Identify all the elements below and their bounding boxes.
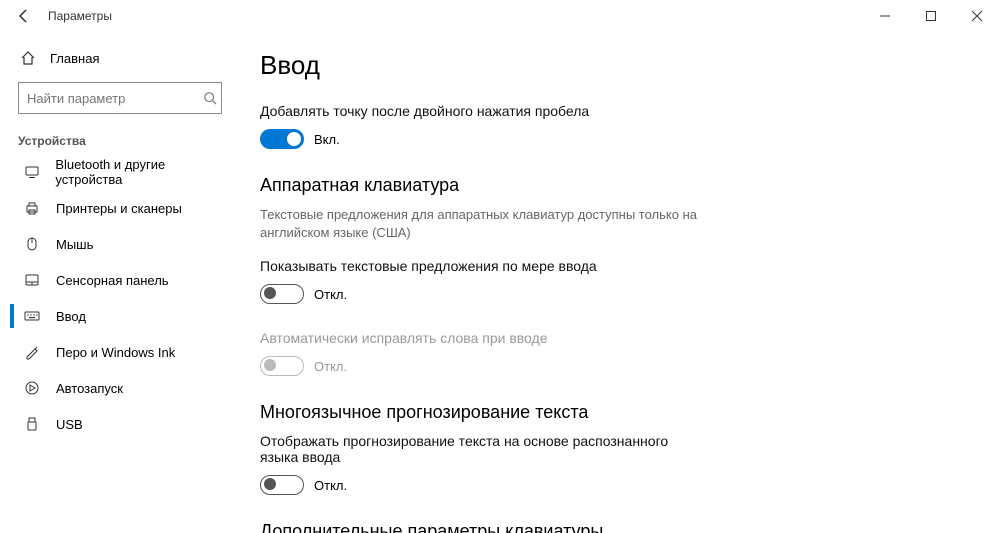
toggle-state-label: Вкл. — [304, 132, 340, 147]
nav-mouse[interactable]: Мышь — [10, 226, 230, 262]
nav-label: USB — [42, 417, 83, 432]
home-label: Главная — [38, 51, 99, 66]
nav-printers[interactable]: Принтеры и сканеры — [10, 190, 230, 226]
multilingual-heading: Многоязычное прогнозирование текста — [260, 402, 1000, 423]
nav-label: Сенсорная панель — [42, 273, 169, 288]
search-icon — [203, 91, 217, 105]
hw-keyboard-note: Текстовые предложения для аппаратных кла… — [260, 206, 700, 242]
toggle-multilingual-prediction[interactable] — [260, 475, 304, 495]
nav-typing[interactable]: Ввод — [10, 298, 230, 334]
window-controls — [862, 0, 1000, 32]
category-label: Устройства — [18, 134, 222, 148]
setting-multilingual-desc: Отображать прогнозирование текста на осн… — [260, 433, 680, 465]
touchpad-icon — [22, 272, 42, 288]
titlebar: Параметры — [0, 0, 1000, 32]
nav-label: Ввод — [42, 309, 86, 324]
keyboard-icon — [22, 308, 42, 324]
toggle-autocorrect — [260, 356, 304, 376]
home-icon — [18, 50, 38, 66]
minimize-button[interactable] — [862, 0, 908, 32]
setting-autocorrect-desc: Автоматически исправлять слова при вводе — [260, 330, 1000, 346]
toggle-state-label: Откл. — [304, 287, 347, 302]
toggle-state-label: Откл. — [304, 359, 347, 374]
usb-icon — [22, 416, 42, 432]
window-title: Параметры — [44, 9, 112, 23]
nav-pen[interactable]: Перо и Windows Ink — [10, 334, 230, 370]
close-button[interactable] — [954, 0, 1000, 32]
nav-label: Мышь — [42, 237, 93, 252]
nav-autoplay[interactable]: Автозапуск — [10, 370, 230, 406]
back-button[interactable] — [4, 0, 44, 32]
main-content: Ввод Добавлять точку после двойного нажа… — [240, 32, 1000, 533]
page-heading: Ввод — [260, 50, 1000, 81]
sidebar: Главная Устройства Bluetooth и другие ус… — [0, 32, 240, 533]
search-box[interactable] — [18, 82, 222, 114]
bluetooth-icon — [22, 164, 41, 180]
search-input[interactable] — [27, 91, 203, 106]
maximize-button[interactable] — [908, 0, 954, 32]
pen-icon — [22, 344, 42, 360]
toggle-state-label: Откл. — [304, 478, 347, 493]
setting-period-desc: Добавлять точку после двойного нажатия п… — [260, 103, 1000, 119]
nav-label: Bluetooth и другие устройства — [41, 157, 230, 187]
nav-usb[interactable]: USB — [10, 406, 230, 442]
printer-icon — [22, 200, 42, 216]
mouse-icon — [22, 236, 42, 252]
advanced-heading: Дополнительные параметры клавиатуры — [260, 521, 1000, 533]
nav-label: Принтеры и сканеры — [42, 201, 182, 216]
nav-bluetooth[interactable]: Bluetooth и другие устройства — [10, 154, 230, 190]
toggle-period-after-space[interactable] — [260, 129, 304, 149]
setting-suggestions-desc: Показывать текстовые предложения по мере… — [260, 258, 1000, 274]
nav-label: Перо и Windows Ink — [42, 345, 175, 360]
nav-list: Bluetooth и другие устройства Принтеры и… — [10, 154, 230, 442]
home-link[interactable]: Главная — [10, 40, 230, 76]
hw-keyboard-heading: Аппаратная клавиатура — [260, 175, 1000, 196]
nav-label: Автозапуск — [42, 381, 123, 396]
toggle-show-suggestions[interactable] — [260, 284, 304, 304]
autoplay-icon — [22, 380, 42, 396]
nav-touchpad[interactable]: Сенсорная панель — [10, 262, 230, 298]
